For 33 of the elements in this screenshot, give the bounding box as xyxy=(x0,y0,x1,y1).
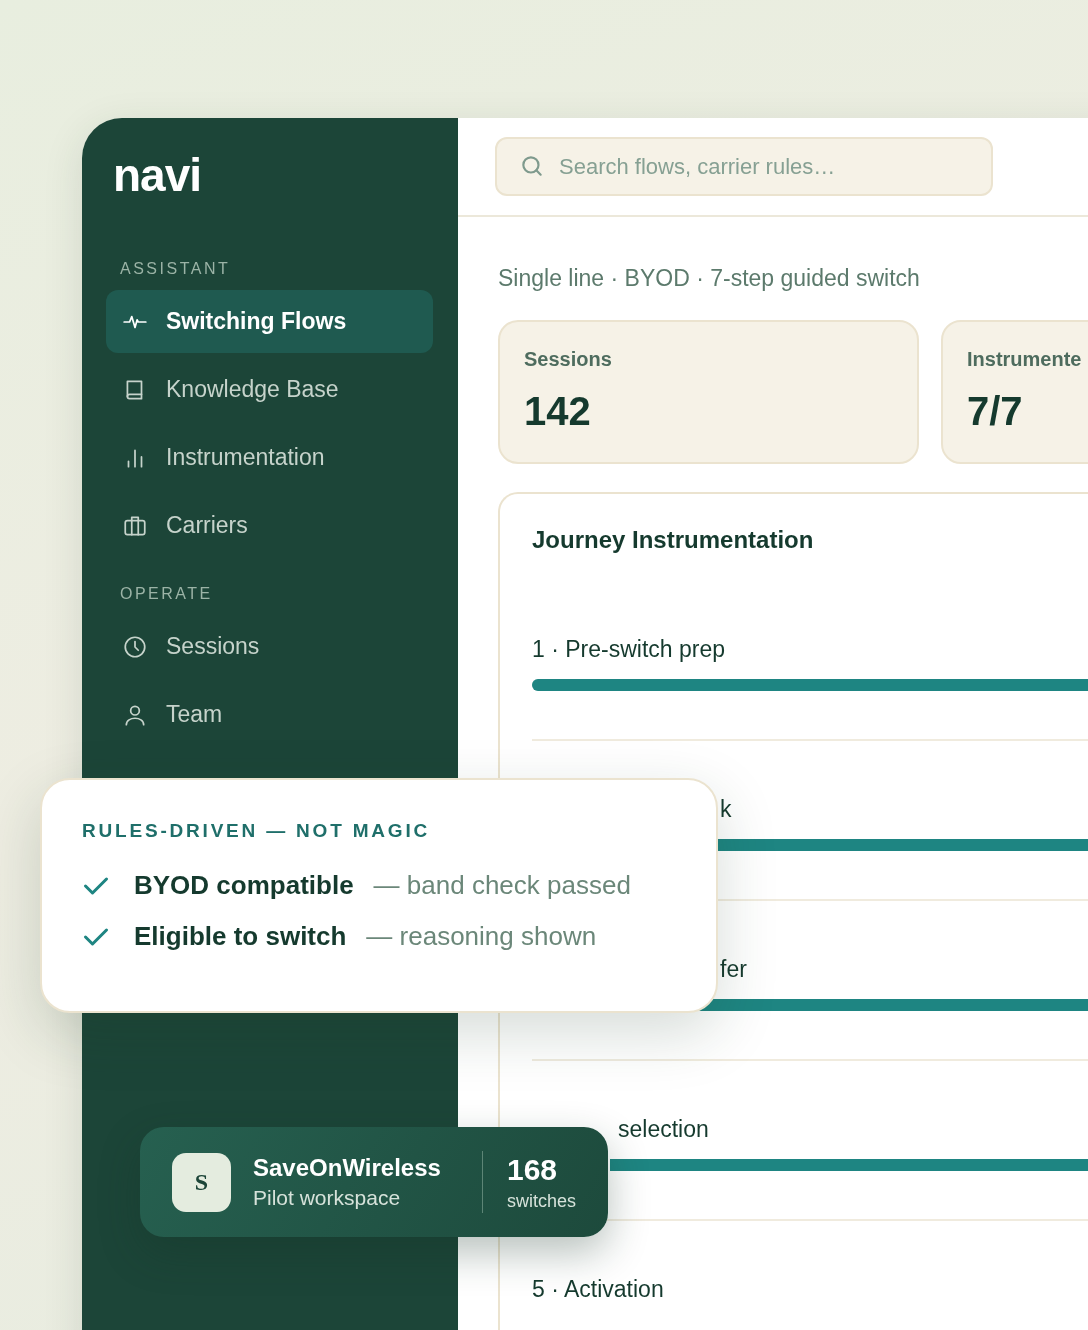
stat-label: Instrumente xyxy=(967,348,1083,371)
sidebar-item[interactable]: Sessions xyxy=(106,615,433,678)
sidebar-item[interactable]: Instrumentation xyxy=(106,426,433,489)
check-detail: — reasoning shown xyxy=(366,921,597,952)
sidebar-item[interactable]: Team xyxy=(106,683,433,746)
switch-count-label: switches xyxy=(506,1190,576,1212)
clock-icon xyxy=(122,633,148,660)
popover-title: RULES-DRIVEN — NOT MAGIC xyxy=(82,820,431,842)
stat-value: 7/7 xyxy=(967,389,1024,434)
workspace-subtitle: Pilot workspace xyxy=(253,1186,402,1210)
workspace-name: SaveOnWireless xyxy=(253,1154,442,1182)
stat-label: Sessions xyxy=(524,348,613,371)
check-label: BYOD compatible xyxy=(134,870,354,901)
search-field[interactable]: Search flows, carrier rules… xyxy=(495,137,993,196)
workspace-avatar: S xyxy=(172,1152,231,1212)
stat-value: 142 xyxy=(524,389,592,434)
step-label: fer xyxy=(719,955,748,983)
step-label: 1 · Pre-switch prep xyxy=(532,635,726,663)
step-label: k xyxy=(719,795,733,823)
switch-count: 168 xyxy=(506,1152,559,1187)
subtitle: Single line · BYOD · 7-step guided switch xyxy=(498,265,921,292)
workspace-card[interactable]: S SaveOnWireless Pilot workspace 168 switches xyxy=(140,1127,608,1237)
sidebar-item[interactable]: Switching Flows xyxy=(106,290,433,353)
step-label: selection xyxy=(617,1115,710,1143)
sidebar-item[interactable]: Carriers xyxy=(106,494,433,557)
check-detail: — band check passed xyxy=(373,870,631,901)
logo: navi xyxy=(113,152,203,198)
section-label: ASSISTANT xyxy=(120,260,232,278)
card-title: Journey Instrumentation xyxy=(532,526,815,554)
check-label: Eligible to switch xyxy=(134,921,347,952)
section-label: OPERATE xyxy=(120,585,214,603)
step-label: 5 · Activation xyxy=(532,1275,665,1303)
sidebar-item[interactable]: Knowledge Base xyxy=(106,358,433,421)
